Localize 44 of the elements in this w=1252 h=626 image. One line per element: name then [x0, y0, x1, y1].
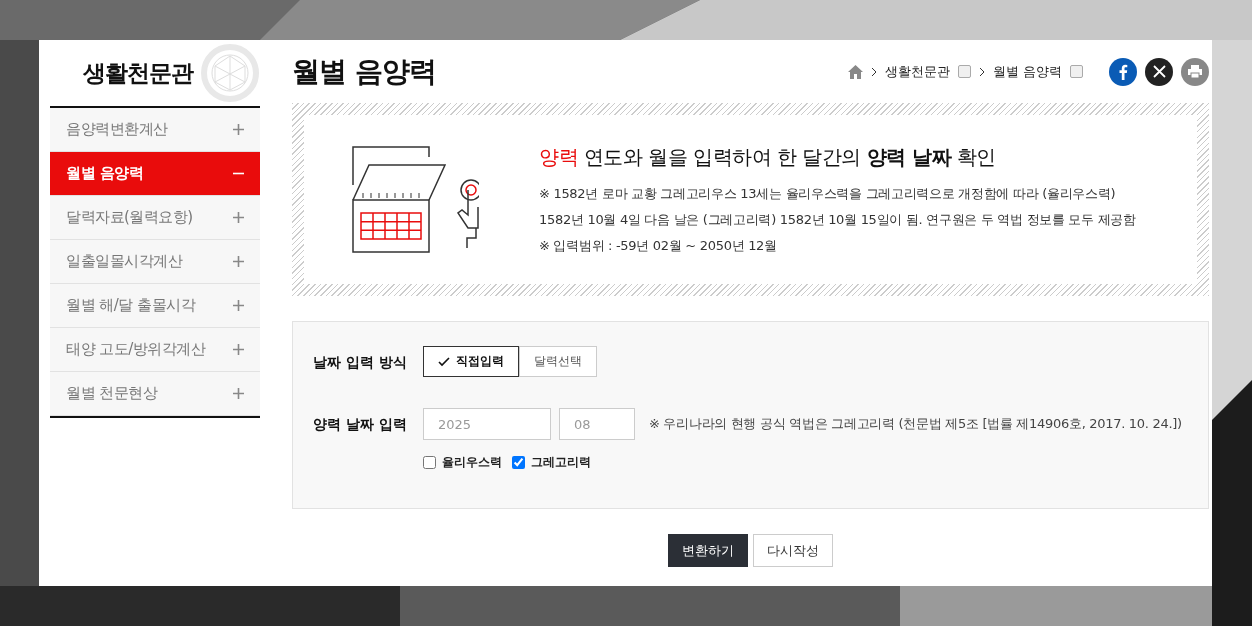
- year-field[interactable]: 2025: [423, 408, 551, 440]
- method-tab[interactable]: 달력선택: [519, 346, 597, 377]
- info-note: ※ 입력범위 : -59년 02월 ~ 2050년 12월: [539, 237, 778, 255]
- convert-button[interactable]: 변환하기: [668, 534, 748, 567]
- home-icon[interactable]: [847, 64, 863, 79]
- breadcrumb-link[interactable]: 생활천문관: [884, 62, 950, 81]
- breadcrumb-link[interactable]: 월별 음양력: [992, 62, 1062, 81]
- plus-icon: [233, 212, 244, 223]
- dropdown-toggle[interactable]: [1070, 65, 1083, 78]
- checkbox[interactable]: [423, 456, 436, 469]
- page-title: 월별 음양력: [292, 53, 436, 90]
- plus-icon: [233, 124, 244, 135]
- month-field[interactable]: 08: [559, 408, 635, 440]
- sidebar-item[interactable]: 음양력변환계산: [50, 108, 260, 152]
- x-icon[interactable]: [1145, 57, 1173, 86]
- method-tab[interactable]: 직접입력: [423, 346, 519, 377]
- field-label: 양력 날짜 입력: [313, 415, 408, 434]
- sidebar-item[interactable]: 월별 천문현상: [50, 372, 260, 416]
- checkbox[interactable]: [512, 456, 525, 469]
- checkbox-label: 그레고리력: [531, 454, 591, 471]
- checkbox-label: 율리우스력: [442, 454, 502, 471]
- info-heading: 양력 연도와 월을 입력하여 한 달간의 양력 날짜 확인: [539, 144, 997, 171]
- facebook-icon[interactable]: [1109, 57, 1137, 86]
- plus-icon: [233, 256, 244, 267]
- sidebar-item[interactable]: 달력자료(월력요항): [50, 196, 260, 240]
- sidebar-item[interactable]: 일출일몰시각계산: [50, 240, 260, 284]
- field-label: 날짜 입력 방식: [313, 353, 408, 372]
- sidebar-item[interactable]: 월별 해/달 출몰시각: [50, 284, 260, 328]
- chevron-icon: [870, 66, 877, 77]
- plus-icon: [233, 388, 244, 399]
- dropdown-toggle[interactable]: [957, 65, 971, 78]
- site-title[interactable]: 생활천문관: [83, 57, 193, 89]
- reset-button[interactable]: 다시작성: [753, 534, 833, 567]
- info-note: ※ 1582년 로마 교황 그레고리우스 13세는 율리우스력을 그레고리력으로 개정함에 따라 (율리우스력): [539, 185, 1117, 203]
- check-icon: [438, 356, 450, 367]
- chevron-icon: [978, 66, 985, 77]
- plus-icon: [233, 300, 244, 311]
- globe-icon: [201, 44, 259, 102]
- sidebar-item[interactable]: 태양 고도/방위각계산: [50, 328, 260, 372]
- print-icon[interactable]: [1181, 57, 1209, 86]
- plus-icon: [233, 344, 244, 355]
- calendar-note: ※ 우리나라의 현행 공식 역법은 그레고리력 (천문법 제5조 [법률 제14906호, 2017. 10. 24.]): [649, 415, 1182, 433]
- sidebar-item[interactable]: 월별 음양력: [50, 152, 260, 196]
- info-note: 1582년 10월 4일 다음 날은 (그레고리력) 1582년 10월 15일이 됨. 연구원은 두 역법 정보를 모두 제공함: [539, 211, 1136, 229]
